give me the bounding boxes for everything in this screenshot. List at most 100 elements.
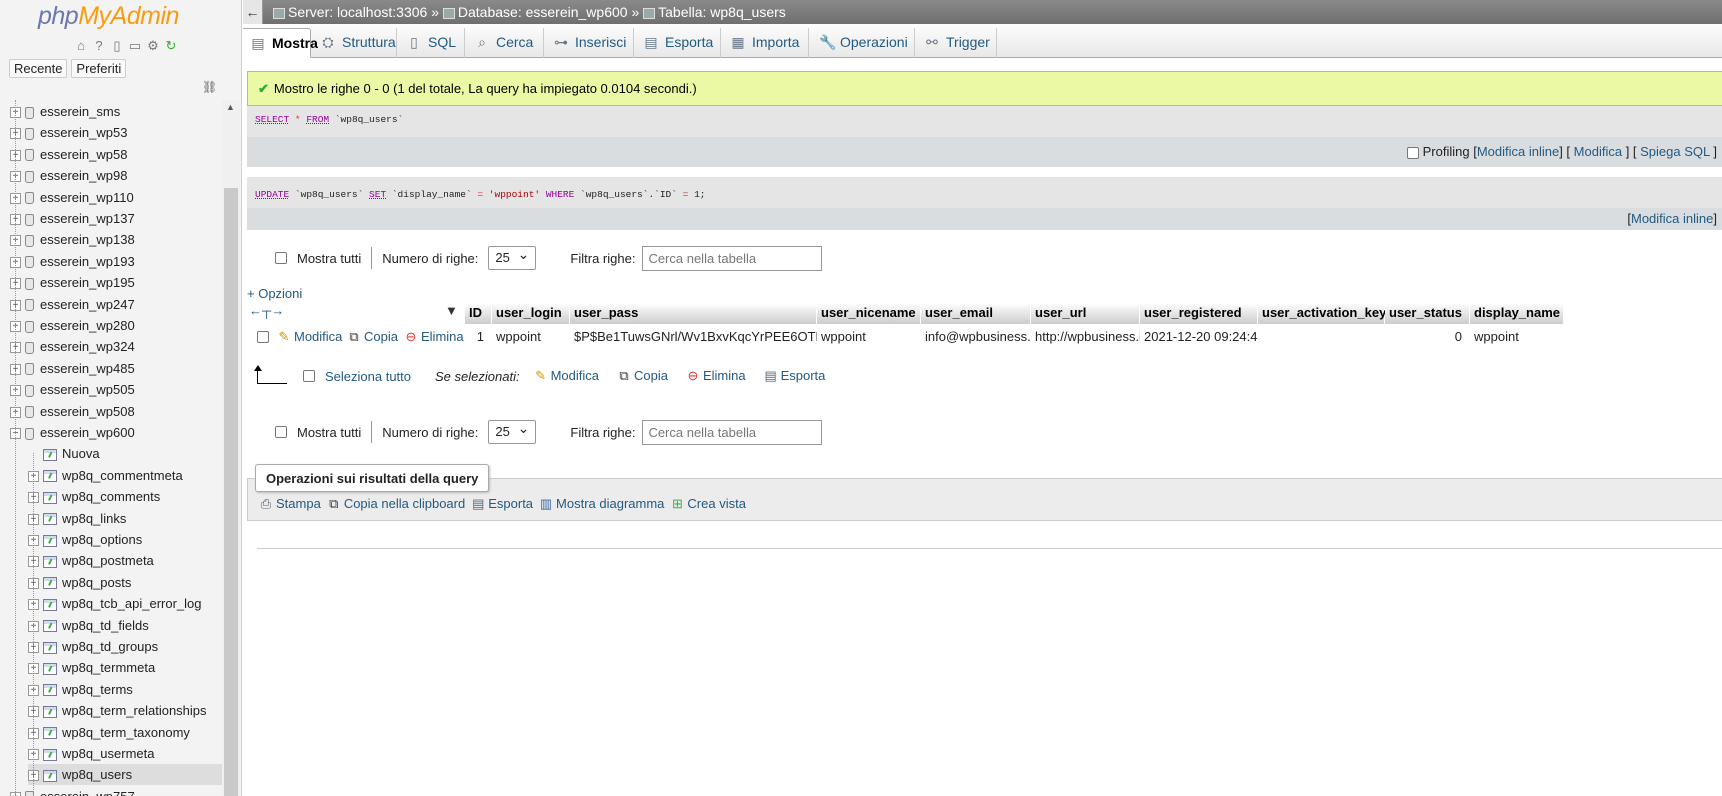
table-cell[interactable]: 2021-12-20 09:24:45 <box>1144 325 1258 349</box>
sort-dropdown-icon[interactable]: ▼ <box>445 301 458 321</box>
tree-item-table[interactable]: + wp8q_usermeta <box>28 743 222 764</box>
table-cell[interactable]: info@wpbusiness.it <box>925 325 1031 349</box>
tree-item-table[interactable]: + wp8q_terms <box>28 679 222 700</box>
tree-item-table[interactable]: + wp8q_links <box>28 508 222 529</box>
tree-item-database[interactable]: +esserein_wp757 <box>10 786 222 796</box>
help-icon[interactable]: ? <box>91 38 107 54</box>
sql-keyword[interactable]: WHERE <box>546 189 575 200</box>
tree-item-database[interactable]: + esserein_wp138 <box>10 229 222 250</box>
tree-item-table[interactable]: + wp8q_tcb_api_error_log <box>28 593 222 614</box>
clipboard-button[interactable]: ⧉ Copia nella clipboard <box>327 496 465 512</box>
column-header-display-name[interactable]: display_name <box>1470 303 1564 324</box>
chart-button[interactable]: ▥ Mostra diagramma <box>539 496 665 512</box>
column-header-user-url[interactable]: user_url <box>1031 303 1140 324</box>
tree-item-new-table[interactable]: Nuova <box>28 443 222 464</box>
select-all-checkbox[interactable] <box>303 370 315 382</box>
sql-keyword[interactable]: SET <box>369 189 386 200</box>
column-header-user-login[interactable]: user_login <box>492 303 570 324</box>
row-checkbox[interactable] <box>257 331 269 343</box>
collapse-nav-icon[interactable]: ← <box>243 0 263 24</box>
gear-icon[interactable]: ⚙ <box>145 38 161 54</box>
tree-item-database[interactable]: + esserein_wp137 <box>10 208 222 229</box>
column-resize-icon[interactable]: ←┬→ <box>249 301 284 321</box>
tree-scrollbar[interactable]: ▲ <box>222 100 240 796</box>
sql-keyword[interactable]: FROM <box>306 114 329 125</box>
reload-icon[interactable]: ↻ <box>163 38 179 54</box>
row-copy-button[interactable]: ⧉ Copia <box>347 325 398 349</box>
tab-struttura[interactable]: ⛭ Struttura <box>311 28 397 58</box>
phpmyadmin-logo[interactable]: phpMyAdmin <box>38 2 179 31</box>
tree-item-table[interactable]: + wp8q_term_relationships <box>28 700 222 721</box>
filter-input[interactable]: Cerca nella tabella <box>642 245 823 271</box>
profiling-checkbox[interactable] <box>1407 146 1419 159</box>
row-delete-button[interactable]: ⊖ Elimina <box>404 325 464 349</box>
tree-item-table[interactable]: + wp8q_td_groups <box>28 636 222 657</box>
tree-item-table[interactable]: + wp8q_postmeta <box>28 550 222 571</box>
tree-item-database[interactable]: + esserein_wp508 <box>10 401 222 422</box>
tree-item-database[interactable]: + esserein_wp58 <box>10 144 222 165</box>
table-cell[interactable]: $P$Be1TuwsGNrl/Wv1BxvKqcYrPEE6OTP0 <box>574 325 817 349</box>
table-row[interactable]: ✎ Modifica ⧉ Copia ⊖ Elimina 1 wppoint $P$Be1… <box>247 325 1722 349</box>
tab-operazioni[interactable]: 🔧 Operazioni <box>809 28 915 58</box>
bulk-edit-button[interactable]: ✎ Modifica <box>534 368 599 384</box>
tree-item-table[interactable]: + wp8q_users <box>28 764 222 786</box>
tree-item-database[interactable]: + esserein_wp280 <box>10 315 222 336</box>
sql-keyword[interactable]: UPDATE <box>255 189 289 200</box>
options-link[interactable]: + Opzioni <box>247 286 302 301</box>
bulk-delete-button[interactable]: ⊖ Elimina <box>686 368 746 384</box>
favorites-button[interactable]: Preferiti <box>71 59 127 78</box>
tree-item-database[interactable]: + esserein_wp193 <box>10 251 222 272</box>
table-cell[interactable]: wppoint <box>1474 325 1564 349</box>
table-cell[interactable]: wppoint <box>496 325 570 349</box>
tab-inserisci[interactable]: ⊶ Inserisci <box>544 28 634 58</box>
edit-link[interactable]: Modifica <box>1574 144 1622 159</box>
tree-item-table[interactable]: + wp8q_term_taxonomy <box>28 722 222 743</box>
explain-sql-link[interactable]: Spiega SQL <box>1640 144 1710 159</box>
tree-item-database[interactable]: + esserein_wp53 <box>10 122 222 143</box>
tab-cerca[interactable]: ⌕ Cerca <box>465 28 544 58</box>
column-header-user-nicename[interactable]: user_nicename <box>817 303 921 324</box>
breadcrumb-table[interactable]: Tabella: wp8q_users <box>658 4 786 20</box>
column-header-user-registered[interactable]: user_registered <box>1140 303 1258 324</box>
column-header-id[interactable]: ID <box>465 303 492 324</box>
column-header-user-pass[interactable]: user_pass <box>570 303 817 324</box>
sql-keyword[interactable]: SELECT <box>255 114 289 125</box>
tree-item-database[interactable]: + esserein_wp247 <box>10 294 222 315</box>
tree-item-database[interactable]: + esserein_wp324 <box>10 336 222 357</box>
table-cell[interactable]: 1 <box>469 325 484 349</box>
table-cell[interactable]: 0 <box>1389 325 1462 349</box>
recent-button[interactable]: Recente <box>9 59 68 78</box>
column-header-user-email[interactable]: user_email <box>921 303 1031 324</box>
tab-esporta[interactable]: ▤ Esporta <box>634 28 721 58</box>
tree-item-table[interactable]: + wp8q_posts <box>28 572 222 593</box>
breadcrumb-database[interactable]: Database: esserein_wp600 <box>458 4 628 20</box>
table-cell[interactable]: wppoint <box>821 325 921 349</box>
edit-inline-link[interactable]: Modifica inline <box>1631 211 1713 226</box>
tab-importa[interactable]: ▦ Importa <box>721 28 809 58</box>
rows-select[interactable]: 25 <box>488 243 537 270</box>
scroll-thumb[interactable] <box>224 188 238 796</box>
tree-item-table[interactable]: + wp8q_td_fields <box>28 615 222 636</box>
tree-item-table[interactable]: + wp8q_comments <box>28 486 222 507</box>
bulk-export-button[interactable]: ▤ Esporta <box>764 368 825 384</box>
bulk-copy-button[interactable]: ⧉ Copia <box>617 368 668 384</box>
tree-item-database[interactable]: + esserein_sms <box>10 101 222 122</box>
tab-sql[interactable]: ▯ SQL <box>397 28 465 58</box>
tree-item-table[interactable]: + wp8q_termmeta <box>28 657 222 678</box>
table-cell[interactable] <box>1262 325 1385 349</box>
tree-item-database[interactable]: + esserein_wp485 <box>10 358 222 379</box>
tab-mostra[interactable]: ▤ Mostra <box>243 28 318 58</box>
create-view-button[interactable]: ⊞ Crea vista <box>670 496 746 512</box>
tree-item-database[interactable]: + esserein_wp195 <box>10 272 222 293</box>
export-button[interactable]: ▤ Esporta <box>471 496 533 512</box>
edit-inline-link[interactable]: Modifica inline <box>1477 144 1559 159</box>
filter-input[interactable]: Cerca nella tabella <box>642 419 823 445</box>
tree-item-database-expanded[interactable]: − esserein_wp600 <box>10 422 222 443</box>
tree-item-table[interactable]: + wp8q_commentmeta <box>28 465 222 486</box>
tree-item-database[interactable]: + esserein_wp110 <box>10 187 222 208</box>
sql-window-icon[interactable]: ▭ <box>127 38 143 54</box>
row-edit-button[interactable]: ✎ Modifica <box>277 325 343 349</box>
tree-item-database[interactable]: + esserein_wp505 <box>10 379 222 400</box>
table-cell[interactable]: http://wpbusiness.it <box>1035 325 1140 349</box>
scroll-up-icon[interactable]: ▲ <box>226 102 235 112</box>
